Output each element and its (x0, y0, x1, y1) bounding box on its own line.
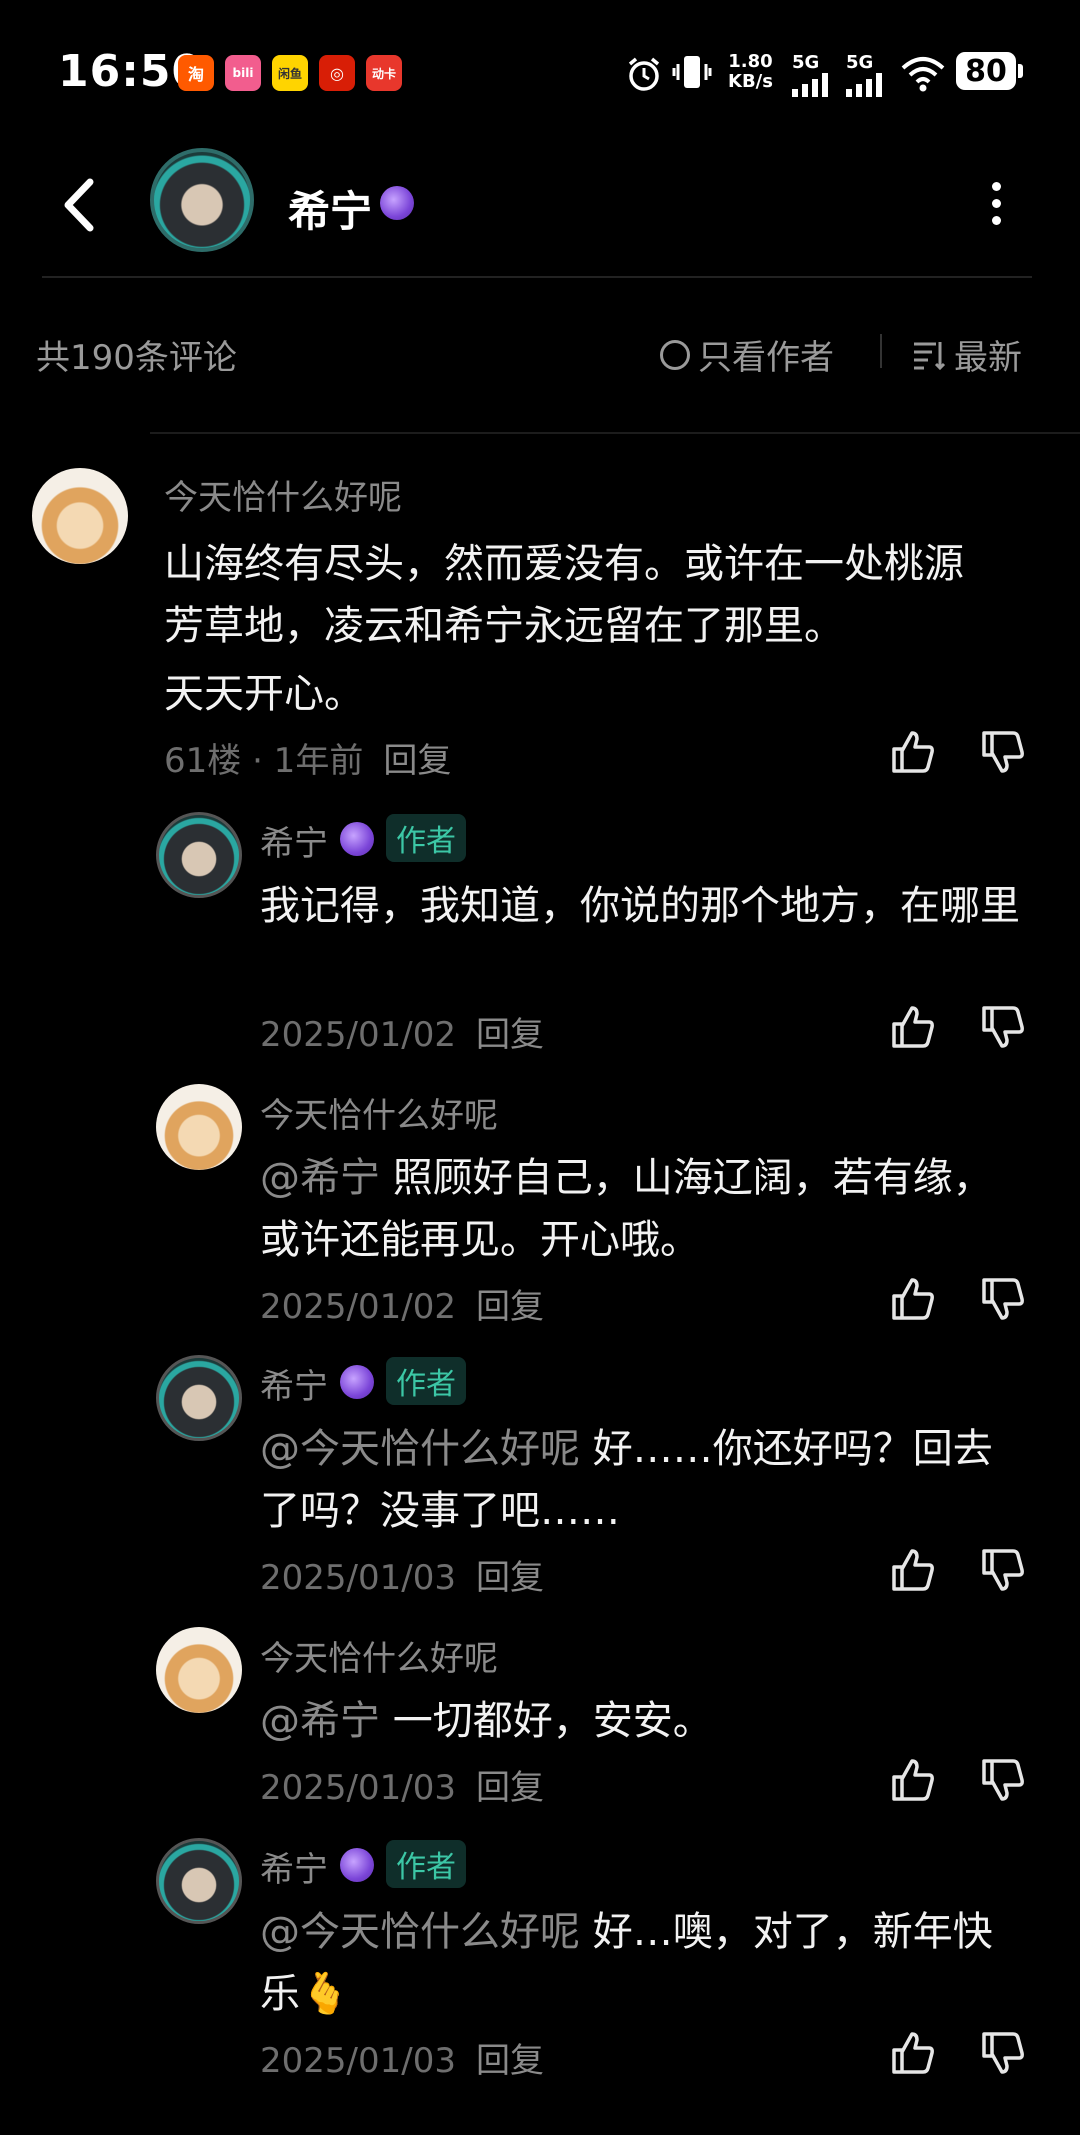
reply-text: @今天恰什么好呢 好……你还好吗？回去了吗？没事了吧…… (260, 1418, 1020, 1542)
reply-text: @希宁 一切都好，安安。 (260, 1690, 1020, 1752)
signal-bars-icon (792, 73, 828, 97)
author-tag: 作者 (386, 1357, 466, 1405)
author-tag: 作者 (386, 1840, 466, 1888)
list-divider (150, 432, 1080, 434)
reply-user-name[interactable]: 希宁 (260, 816, 328, 865)
reply-user-name[interactable]: 今天恰什么好呢 (260, 1088, 498, 1137)
dislike-icon[interactable] (978, 1002, 1028, 1052)
like-icon[interactable] (888, 1274, 938, 1324)
reply-avatar[interactable] (156, 1355, 242, 1441)
reply-date: 2025/01/03 (260, 2041, 456, 2081)
commenter-name[interactable]: 今天恰什么好呢 (164, 470, 402, 519)
mention-link[interactable]: @今天恰什么好呢 (260, 1909, 593, 1955)
level-badge-icon (380, 186, 414, 220)
reply-button[interactable]: 回复 (476, 1768, 544, 1808)
reply-user-name[interactable]: 希宁 (260, 1359, 328, 1408)
reply-avatar[interactable] (156, 1084, 242, 1170)
reply-user-name[interactable]: 今天恰什么好呢 (260, 1631, 498, 1680)
alarm-icon (628, 57, 660, 91)
mention-link[interactable]: @希宁 (260, 1698, 393, 1744)
dislike-icon[interactable] (978, 1274, 1028, 1324)
like-icon[interactable] (888, 727, 938, 777)
bilibili-icon: bili (225, 55, 261, 91)
reply-meta: 2025/01/03 回复 (260, 1760, 544, 1809)
like-icon[interactable] (888, 1002, 938, 1052)
bar-separator (880, 334, 882, 368)
reply-button[interactable]: 回复 (476, 1015, 544, 1055)
more-options-icon[interactable] (990, 182, 1002, 225)
reply-meta: 2025/01/02 回复 (260, 1007, 544, 1056)
reply-body: 我记得，我知道，你说的那个地方，在哪里 (260, 883, 1020, 929)
level-badge-icon (340, 1848, 374, 1882)
like-icon[interactable] (888, 1545, 938, 1595)
comment-meta: 61楼 · 1年前 回复 (164, 741, 452, 781)
dislike-icon[interactable] (978, 2028, 1028, 2078)
mention-link[interactable]: @今天恰什么好呢 (260, 1426, 593, 1472)
level-badge-icon (340, 822, 374, 856)
vibrate-icon (672, 56, 712, 88)
reply-date: 2025/01/03 (260, 1768, 456, 1808)
reply-body: 一切都好，安安。 (392, 1698, 713, 1744)
reply-date: 2025/01/02 (260, 1287, 456, 1327)
xianyu-icon: 闲鱼 (272, 55, 308, 91)
battery-indicator: 80 (956, 52, 1023, 90)
reply-avatar[interactable] (156, 812, 242, 898)
wifi-icon (901, 57, 945, 92)
dislike-icon[interactable] (978, 1545, 1028, 1595)
sort-icon (914, 341, 946, 370)
dislike-icon[interactable] (978, 727, 1028, 777)
comment-text: 山海终有尽头，然而爱没有。或许在一处桃源芳草地，凌云和希宁永远留在了那里。 (164, 541, 964, 649)
reply-meta: 2025/01/02 回复 (260, 1279, 544, 1328)
level-badge-icon (340, 1365, 374, 1399)
reply-meta: 2025/01/03 回复 (260, 1550, 544, 1599)
author-tag: 作者 (386, 814, 466, 862)
only-author-toggle[interactable]: 只看作者 (660, 330, 834, 379)
bank-icon: ◎ (319, 55, 355, 91)
reply-text: 我记得，我知道，你说的那个地方，在哪里 (260, 875, 1020, 937)
reply-avatar[interactable] (156, 1627, 242, 1713)
reply-text: @希宁 照顾好自己，山海辽阔，若有缘，或许还能再见。开心哦。 (260, 1147, 1020, 1271)
reply-button[interactable]: 回复 (476, 1287, 544, 1327)
reply-user-name[interactable]: 希宁 (260, 1842, 328, 1891)
signal-sim2: 5G (846, 52, 890, 101)
mention-link[interactable]: @希宁 (260, 1155, 393, 1201)
dongchedi-icon: 动卡 (366, 55, 402, 91)
author-avatar[interactable] (150, 148, 254, 252)
reply-text: @今天恰什么好呢 好…噢，对了，新年快乐🫰 (260, 1901, 1020, 2025)
comment-count: 共190条评论 (36, 338, 237, 378)
like-icon[interactable] (888, 2028, 938, 2078)
reply-meta: 2025/01/03 回复 (260, 2033, 544, 2082)
notification-app-icons: 淘 bili 闲鱼 ◎ 动卡 (178, 55, 402, 91)
reply-date: 2025/01/02 (260, 1015, 456, 1055)
commenter-avatar[interactable] (32, 468, 128, 564)
dislike-icon[interactable] (978, 1755, 1028, 1805)
reply-button[interactable]: 回复 (476, 1558, 544, 1598)
status-bar: 16:50 淘 bili 闲鱼 ◎ 动卡 1.80 KB/s 5G 5G 80 (0, 0, 1080, 140)
header-divider (42, 276, 1032, 278)
signal-bars-icon (846, 73, 882, 97)
back-arrow-icon[interactable] (52, 170, 112, 240)
signal-sim1: 5G (792, 52, 836, 101)
reply-avatar[interactable] (156, 1838, 242, 1924)
comment-text: 天天开心。 (164, 671, 364, 717)
reply-button[interactable]: 回复 (383, 741, 451, 781)
sort-latest-button[interactable]: 最新 (912, 330, 1022, 379)
author-name[interactable]: 希宁 (288, 178, 372, 239)
taobao-icon: 淘 (178, 55, 214, 91)
radio-circle-icon (660, 339, 690, 370)
network-speed: 1.80 KB/s (728, 51, 773, 92)
reply-date: 2025/01/03 (260, 1558, 456, 1598)
like-icon[interactable] (888, 1755, 938, 1805)
reply-button[interactable]: 回复 (476, 2041, 544, 2081)
